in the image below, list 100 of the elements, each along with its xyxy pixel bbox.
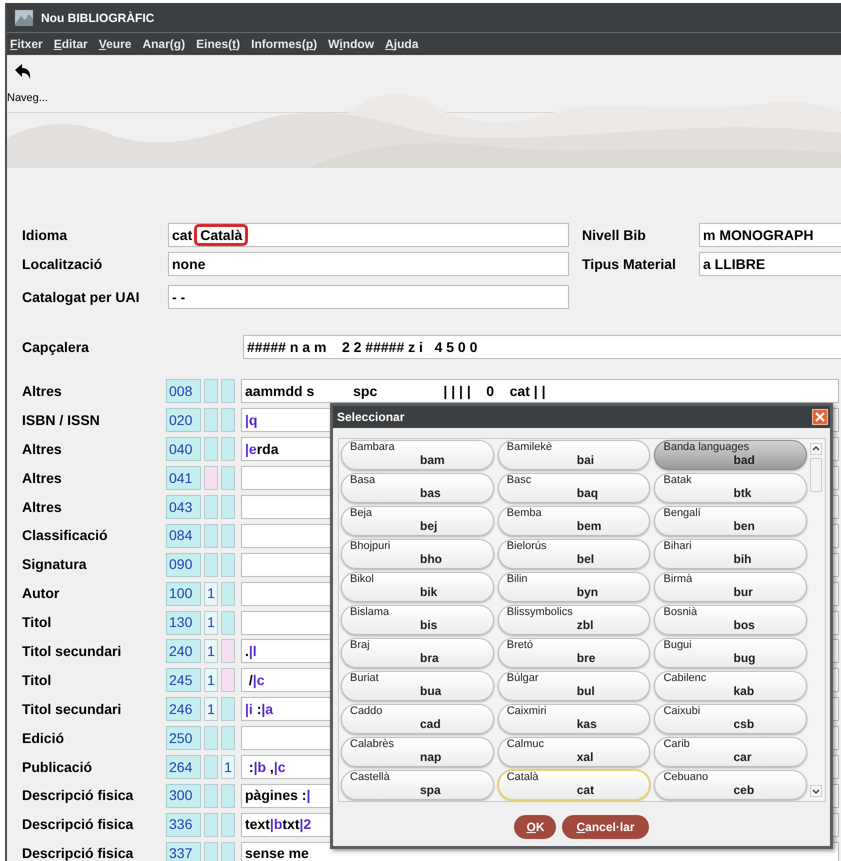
indicator-cell[interactable] [204, 812, 218, 837]
menu-item[interactable]: Editar [54, 35, 88, 53]
indicator-cell[interactable] [221, 408, 235, 432]
menu-item[interactable]: Ajuda [385, 35, 418, 53]
language-option[interactable]: Bemba bem [498, 506, 650, 536]
tag-cell[interactable]: 336 [166, 812, 201, 837]
language-option[interactable]: Calabrès nap [341, 737, 494, 767]
language-option[interactable]: Bilin byn [498, 572, 650, 602]
language-option[interactable]: Blissymbolics zbl [498, 605, 650, 635]
input-field[interactable]: - - [168, 285, 569, 309]
indicator-cell[interactable] [221, 495, 235, 519]
scroll-thumb[interactable] [810, 458, 822, 492]
indicator-cell[interactable]: 1 [204, 668, 218, 692]
indicator-cell[interactable] [221, 582, 235, 606]
tag-cell[interactable]: 090 [166, 552, 201, 577]
indicator-cell[interactable] [221, 524, 235, 548]
tag-cell[interactable]: 100 [166, 582, 201, 606]
language-option[interactable]: Calmuc xal [498, 737, 650, 767]
language-option[interactable]: Caddo cad [341, 704, 494, 734]
indicator-cell[interactable] [221, 639, 235, 664]
language-option[interactable]: Bihari bih [654, 539, 808, 569]
indicator-cell[interactable]: 1 [204, 697, 218, 722]
input-field[interactable]: aammdd s spc | | | | 0 cat | | [241, 379, 839, 404]
scroll-down-icon[interactable] [810, 785, 822, 797]
language-option[interactable]: Bretó bre [498, 638, 650, 668]
language-option[interactable]: Cebuano ceb [654, 770, 808, 800]
indicator-cell[interactable] [204, 755, 218, 780]
indicator-cell[interactable]: 1 [204, 639, 218, 664]
language-option[interactable]: Bosnià bos [654, 605, 808, 635]
input-field[interactable]: ##### n a m 2 2 ##### z i 4 5 0 0 [243, 335, 841, 359]
language-option[interactable]: Bamilekè bai [498, 440, 650, 470]
language-option[interactable]: Carib car [654, 737, 808, 767]
close-icon[interactable] [812, 409, 828, 425]
tag-cell[interactable]: 130 [166, 610, 201, 635]
navigate-button[interactable]: Naveg... [7, 55, 48, 106]
input-field[interactable]: none [168, 252, 569, 276]
indicator-cell[interactable] [204, 784, 218, 808]
indicator-cell[interactable] [204, 466, 218, 490]
language-option[interactable]: Basc baq [498, 473, 650, 503]
indicator-cell[interactable] [204, 726, 218, 750]
input-field[interactable]: m MONOGRAPH [699, 223, 841, 247]
indicator-cell[interactable]: 1 [204, 582, 218, 606]
indicator-cell[interactable] [221, 437, 235, 462]
language-option[interactable]: Banda languages bad [654, 440, 808, 470]
language-option[interactable]: Bambara bam [341, 440, 494, 470]
language-option[interactable]: Búlgar bul [498, 671, 650, 701]
tag-cell[interactable]: 300 [166, 784, 201, 808]
language-option[interactable]: Cabilenc kab [654, 671, 808, 701]
scroll-up-icon[interactable] [810, 443, 822, 455]
indicator-cell[interactable] [221, 812, 235, 837]
menu-item[interactable]: Window [328, 35, 374, 53]
menu-item[interactable]: Eines(t) [196, 35, 240, 53]
language-option[interactable]: Bielorús bel [498, 539, 650, 569]
indicator-cell[interactable] [221, 726, 235, 750]
tag-cell[interactable]: 040 [166, 437, 201, 462]
indicator-cell[interactable] [204, 552, 218, 577]
language-option[interactable]: Castellà spa [341, 770, 494, 800]
language-option[interactable]: Bengalí ben [654, 506, 808, 536]
tag-cell[interactable]: 246 [166, 697, 201, 722]
indicator-cell[interactable] [221, 610, 235, 635]
language-option[interactable]: Bikol bik [341, 572, 494, 602]
indicator-cell[interactable] [221, 697, 235, 722]
indicator-cell[interactable] [221, 842, 235, 861]
indicator-cell[interactable] [221, 552, 235, 577]
menu-item[interactable]: Fitxer [10, 35, 43, 53]
tag-cell[interactable]: 008 [166, 379, 201, 404]
tag-cell[interactable]: 264 [166, 755, 201, 780]
language-option[interactable]: Bhojpuri bho [341, 539, 494, 569]
language-option[interactable]: Batak btk [654, 473, 808, 503]
tag-cell[interactable]: 020 [166, 408, 201, 432]
ok-button[interactable]: OK [514, 815, 556, 839]
language-option[interactable]: Bugui bug [654, 638, 808, 668]
language-option[interactable]: Braj bra [341, 638, 494, 668]
indicator-cell[interactable]: 1 [204, 610, 218, 635]
indicator-cell[interactable]: 1 [221, 755, 235, 780]
tag-cell[interactable]: 337 [166, 842, 201, 861]
language-option[interactable]: Bislama bis [341, 605, 494, 635]
language-option[interactable]: Buriat bua [341, 671, 494, 701]
indicator-cell[interactable] [204, 379, 218, 404]
menu-item[interactable]: Anar(g) [142, 35, 186, 53]
language-option[interactable]: Català cat [498, 770, 650, 800]
language-option[interactable]: Birmà bur [654, 572, 808, 602]
indicator-cell[interactable] [221, 784, 235, 808]
tag-cell[interactable]: 250 [166, 726, 201, 750]
tag-cell[interactable]: 041 [166, 466, 201, 490]
tag-cell[interactable]: 084 [166, 524, 201, 548]
input-field[interactable]: a LLIBRE [699, 252, 841, 276]
indicator-cell[interactable] [221, 466, 235, 490]
indicator-cell[interactable] [221, 668, 235, 692]
language-option[interactable]: Beja bej [341, 506, 494, 536]
menu-item[interactable]: Informes(p) [251, 35, 318, 53]
indicator-cell[interactable] [204, 842, 218, 861]
menu-item[interactable]: Veure [98, 35, 132, 53]
indicator-cell[interactable] [204, 437, 218, 462]
indicator-cell[interactable] [204, 495, 218, 519]
language-option[interactable]: Caixubi csb [654, 704, 808, 734]
cancel-button[interactable]: Cancel·lar [562, 815, 649, 839]
input-field[interactable]: cat Català [168, 223, 569, 247]
indicator-cell[interactable] [204, 524, 218, 548]
language-option[interactable]: Caixmiri kas [498, 704, 650, 734]
